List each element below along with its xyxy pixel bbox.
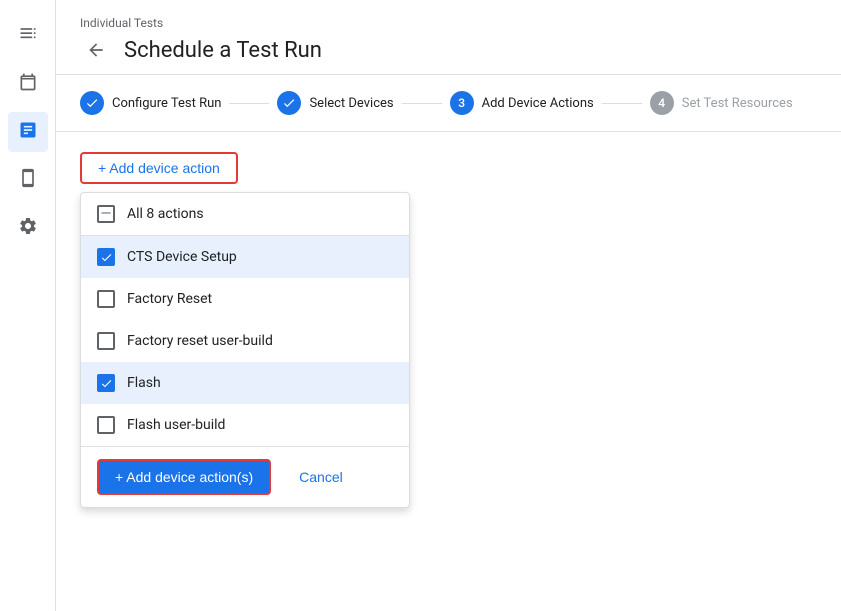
cancel-button[interactable]: Cancel (283, 461, 359, 493)
step-configure: Configure Test Run (80, 91, 221, 115)
sidebar-item-settings[interactable] (8, 208, 48, 248)
dropdown-item-flash-user-build-label: Flash user-build (127, 417, 225, 433)
step-connector-1 (229, 103, 269, 104)
cancel-label: Cancel (299, 469, 343, 485)
step-connector-3 (602, 103, 642, 104)
dropdown-item-factory-reset[interactable]: Factory Reset (81, 278, 409, 320)
tasks-icon (18, 24, 38, 49)
checkbox-flash-user-build[interactable] (97, 416, 115, 434)
step-circle-1 (80, 91, 104, 115)
step-label-4: Set Test Resources (682, 96, 793, 111)
step-circle-3: 3 (450, 91, 474, 115)
step-set-test-resources: 4 Set Test Resources (650, 91, 793, 115)
add-device-action-button[interactable]: + Add device action (80, 152, 238, 184)
sidebar-item-tasks[interactable] (8, 16, 48, 56)
dropdown-item-factory-reset-user-build[interactable]: Factory reset user-build (81, 320, 409, 362)
dropdown-item-cts-label: CTS Device Setup (127, 249, 237, 265)
step-circle-4: 4 (650, 91, 674, 115)
checkbox-factory-reset-user-build[interactable] (97, 332, 115, 350)
device-icon (18, 168, 38, 193)
dropdown-item-flash-label: Flash (127, 375, 161, 391)
dropdown-item-factory-reset-label: Factory Reset (127, 291, 212, 307)
step-select-devices: Select Devices (277, 91, 393, 115)
analytics-icon (18, 120, 38, 145)
step-connector-2 (402, 103, 442, 104)
sidebar-item-device[interactable] (8, 160, 48, 200)
dropdown-item-factory-reset-user-build-label: Factory reset user-build (127, 333, 273, 349)
dropdown-item-all[interactable]: — All 8 actions (81, 193, 409, 235)
dropdown-item-all-label: All 8 actions (127, 206, 204, 222)
add-action-label: + Add device action (98, 160, 220, 176)
step-label-3: Add Device Actions (482, 96, 594, 111)
dropdown-list[interactable]: — All 8 actions CTS Device Setup (81, 193, 409, 447)
back-button[interactable] (80, 34, 112, 66)
sidebar (0, 0, 56, 611)
main-content: Individual Tests Schedule a Test Run Con… (56, 0, 841, 611)
body-area: + Add device action — All 8 actions (56, 132, 841, 611)
add-actions-label: + Add device action(s) (115, 469, 253, 485)
dropdown-item-flash-user-build[interactable]: Flash user-build (81, 404, 409, 446)
checkbox-flash[interactable] (97, 374, 115, 392)
calendar-icon (18, 72, 38, 97)
sidebar-item-calendar[interactable] (8, 64, 48, 104)
checkbox-factory-reset[interactable] (97, 290, 115, 308)
dropdown-item-flash[interactable]: Flash (81, 362, 409, 404)
dropdown-footer: + Add device action(s) Cancel (81, 447, 409, 507)
page-title-row: Schedule a Test Run (80, 34, 817, 66)
step-circle-2 (277, 91, 301, 115)
step-add-device-actions: 3 Add Device Actions (450, 91, 594, 115)
dropdown-item-cts[interactable]: CTS Device Setup (81, 236, 409, 278)
add-device-actions-button[interactable]: + Add device action(s) (97, 459, 271, 495)
stepper: Configure Test Run Select Devices 3 Add … (56, 75, 841, 132)
dropdown-panel: — All 8 actions CTS Device Setup (80, 192, 410, 508)
step-label-1: Configure Test Run (112, 96, 221, 111)
page-title: Schedule a Test Run (124, 38, 322, 63)
step-label-2: Select Devices (309, 96, 393, 111)
checkbox-all[interactable]: — (97, 205, 115, 223)
checkbox-cts[interactable] (97, 248, 115, 266)
settings-icon (18, 216, 38, 241)
header: Individual Tests Schedule a Test Run (56, 0, 841, 75)
breadcrumb: Individual Tests (80, 16, 817, 30)
sidebar-item-analytics[interactable] (8, 112, 48, 152)
